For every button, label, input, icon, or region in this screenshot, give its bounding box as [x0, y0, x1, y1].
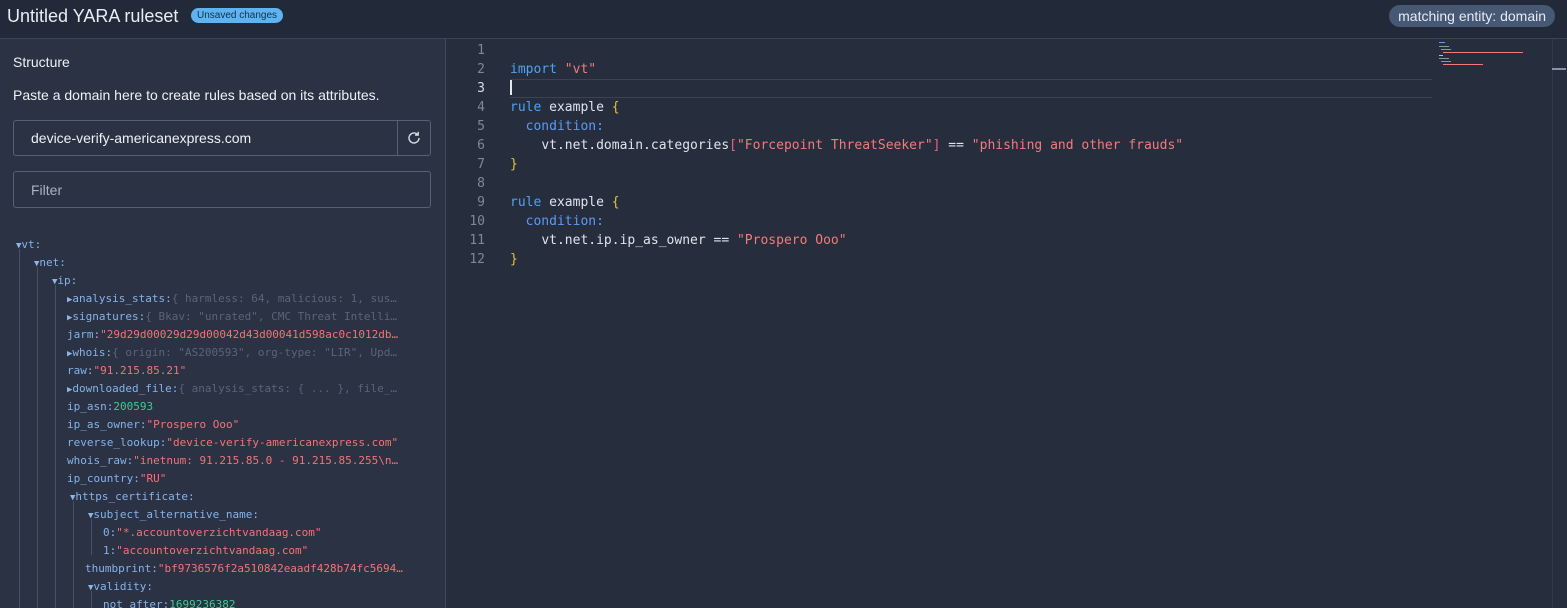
editor-scrollbar[interactable] — [1552, 39, 1567, 608]
tree-leaf-san-1[interactable]: 1:"accountoverzichtvandaag.com" — [103, 542, 308, 560]
tree-leaf-whois-raw[interactable]: whois_raw:"inetnum: 91.215.85.0 - 91.215… — [67, 452, 431, 470]
code-editor[interactable]: 1 2 import "vt" 3 4 rule example { 5 condi… — [446, 39, 1567, 608]
tree-guide — [55, 285, 56, 608]
tree-leaf-raw[interactable]: raw:"91.215.85.21" — [67, 362, 186, 380]
structure-help-text: Paste a domain here to create rules base… — [13, 87, 380, 103]
structure-title: Structure — [13, 54, 70, 70]
tree-leaf-san-0[interactable]: 0:"*.accountoverzichtvandaag.com" — [103, 524, 322, 542]
tree-leaf-reverse-lookup[interactable]: reverse_lookup:"device-verify-americanex… — [67, 434, 431, 452]
domain-input-value: device-verify-americanexpress.com — [31, 130, 252, 146]
line-number: 2 — [477, 62, 485, 77]
tree-leaf-ip-asn[interactable]: ip_asn:200593 — [67, 398, 153, 416]
line-number: 6 — [477, 138, 485, 153]
tree-guide — [37, 267, 38, 608]
tree-node-vt[interactable]: ▼vt: — [16, 236, 41, 254]
matching-entity-pill[interactable]: matching entity: domain — [1389, 5, 1555, 27]
tree-leaf-ip-country[interactable]: ip_country:"RU" — [67, 470, 166, 488]
line-number: 12 — [469, 252, 485, 267]
tree-node-net[interactable]: ▼net: — [34, 254, 66, 272]
filter-placeholder: Filter — [31, 182, 63, 198]
tree-leaf-not-after[interactable]: not_after:1699236382 — [103, 596, 235, 608]
ruleset-title[interactable]: Untitled YARA ruleset — [7, 6, 178, 27]
tree-node-validity[interactable]: ▼validity: — [88, 578, 153, 596]
line-number: 11 — [469, 233, 485, 248]
line-number: 7 — [477, 157, 485, 172]
text-cursor — [510, 80, 512, 95]
top-bar: Untitled YARA ruleset Unsaved changes ma… — [0, 0, 1567, 39]
unsaved-changes-badge: Unsaved changes — [191, 8, 284, 23]
tree-leaf-thumbprint[interactable]: thumbprint:"bf9736576f2a510842eaadf428b7… — [85, 560, 431, 578]
editor-minimap[interactable] — [1437, 41, 1547, 71]
structure-sidebar: Structure Paste a domain here to create … — [0, 39, 446, 608]
refresh-button[interactable] — [397, 120, 431, 156]
tree-node-analysis-stats[interactable]: ▶analysis_stats:{ harmless: 64, maliciou… — [67, 290, 431, 308]
tree-node-signatures[interactable]: ▶signatures:{ Bkav: "unrated", CMC Threa… — [67, 308, 431, 326]
tree-node-ip[interactable]: ▼ip: — [52, 272, 77, 290]
line-number: 8 — [477, 176, 485, 191]
filter-input[interactable]: Filter — [13, 171, 431, 208]
tree-leaf-jarm[interactable]: jarm:"29d29d00029d29d00042d43d00041d598a… — [67, 326, 431, 344]
tree-guide — [91, 519, 92, 555]
tree-node-whois[interactable]: ▶whois:{ origin: "AS200593", org-type: "… — [67, 344, 431, 362]
tree-node-https-certificate[interactable]: ▼https_certificate: — [70, 488, 195, 506]
line-number: 5 — [477, 119, 485, 134]
scrollbar-thumb[interactable] — [1552, 68, 1566, 70]
tree-leaf-ip-as-owner[interactable]: ip_as_owner:"Prospero Ooo" — [67, 416, 239, 434]
line-number: 9 — [477, 195, 485, 210]
refresh-icon — [408, 131, 420, 144]
domain-input[interactable]: device-verify-americanexpress.com — [13, 120, 397, 156]
tree-guide — [73, 501, 74, 608]
line-number: 1 — [477, 43, 485, 58]
current-line-highlight — [510, 79, 1432, 98]
line-number: 3 — [477, 81, 485, 96]
tree-guide — [19, 249, 20, 608]
line-number: 4 — [477, 100, 485, 115]
tree-node-downloaded-file[interactable]: ▶downloaded_file:{ analysis_stats: { ...… — [67, 380, 431, 398]
tree-node-subject-alternative-name[interactable]: ▼subject_alternative_name: — [88, 506, 259, 524]
line-number: 10 — [469, 214, 485, 229]
